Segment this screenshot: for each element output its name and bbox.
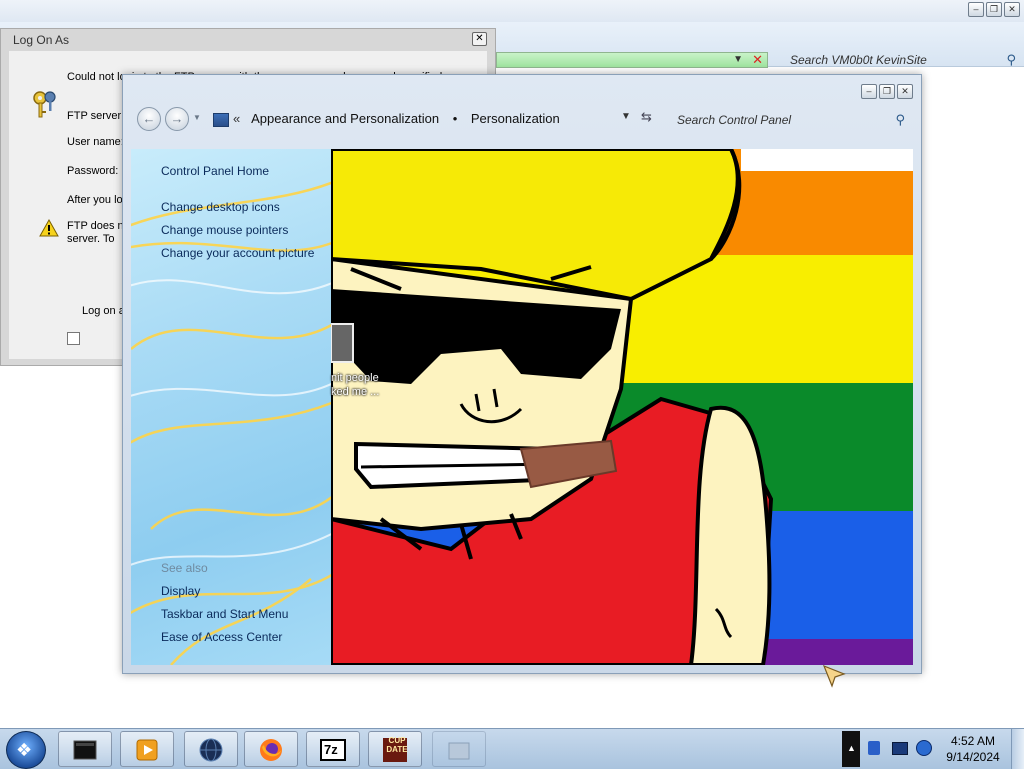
- wallpaper-drawing: [331, 149, 913, 665]
- clock[interactable]: 4:52 AM 9/14/2024: [930, 733, 1016, 765]
- personalization-window: – ❐ ✕ ← → ▼ « Appearance and Personaliza…: [122, 74, 922, 674]
- globe-icon: [199, 738, 223, 762]
- sidebar-link-change-mouse-pointers[interactable]: Change mouse pointers: [161, 223, 288, 237]
- 7zip-label: 7z: [324, 742, 338, 757]
- taskbar-item-terminal[interactable]: [58, 731, 112, 767]
- chevron-up-icon: ▲: [847, 743, 856, 753]
- chevron-down-icon[interactable]: ▼: [733, 53, 743, 67]
- sidebar-link-change-desktop-icons[interactable]: Change desktop icons: [161, 200, 280, 214]
- tray-network-icon[interactable]: [892, 742, 908, 755]
- see-also-header: See also: [161, 561, 208, 575]
- key-icon: [33, 91, 56, 118]
- taskbar-item-media-player[interactable]: [120, 731, 174, 767]
- minimize-button[interactable]: –: [861, 84, 877, 99]
- navigation-bar: ← → ▼ « Appearance and Personalization •…: [131, 103, 915, 145]
- see-also-link-taskbar[interactable]: Taskbar and Start Menu: [161, 607, 288, 621]
- stop-icon[interactable]: ✕: [752, 53, 763, 67]
- warning-icon: [39, 219, 59, 237]
- sidebar: Control Panel Home Change desktop icons …: [131, 149, 331, 665]
- terminal-icon: [73, 740, 97, 760]
- background-search-input[interactable]: Search VM0b0t KevinSite ⚲: [782, 50, 1022, 70]
- cup-date-label: CUP DATE: [386, 736, 408, 754]
- back-button[interactable]: ←: [137, 107, 161, 131]
- show-hidden-icons-button[interactable]: ▲: [842, 731, 860, 767]
- address-progress-field[interactable]: ▼ ✕: [496, 52, 768, 68]
- media-player-icon: [136, 739, 158, 761]
- taskbar-item-browser[interactable]: [184, 731, 238, 767]
- see-also-link-display[interactable]: Display: [161, 584, 200, 598]
- background-window-controls: – ❐ ✕: [968, 2, 1020, 17]
- ftp-server-label: FTP server:: [67, 110, 125, 122]
- sidebar-link-control-panel-home[interactable]: Control Panel Home: [161, 164, 269, 178]
- windows-logo-icon: ❖: [16, 740, 33, 760]
- minimize-button[interactable]: –: [968, 2, 984, 17]
- arm: [688, 405, 772, 665]
- taskbar: ❖ 7z CUP DATE ▲ 4:52 AM 9/14/2024: [0, 728, 1024, 769]
- blank-window-icon: [448, 742, 470, 760]
- search-icon[interactable]: ⚲: [1006, 50, 1016, 70]
- clock-time: 4:52 AM: [950, 734, 996, 748]
- clock-date: 9/14/2024: [946, 750, 1000, 764]
- close-button[interactable]: ✕: [897, 84, 913, 99]
- restore-button[interactable]: ❐: [986, 2, 1002, 17]
- user-name-label: User name:: [67, 136, 124, 148]
- search-placeholder: Search Control Panel: [677, 113, 792, 127]
- log-on-anonymously-checkbox[interactable]: [67, 332, 80, 345]
- tray-security-icon[interactable]: [868, 741, 880, 755]
- sidebar-link-change-account-picture[interactable]: Change your account picture: [161, 246, 314, 260]
- refresh-icon[interactable]: ⇆: [641, 109, 652, 125]
- password-label: Password:: [67, 165, 119, 177]
- breadcrumb-personalization[interactable]: Personalization: [471, 111, 560, 126]
- warning-text-line1: FTP does no: [67, 220, 130, 232]
- mouse-cursor-icon: [822, 664, 846, 688]
- taskbar-item-cup-date[interactable]: CUP DATE: [368, 731, 422, 767]
- window-controls: – ❐ ✕: [861, 84, 913, 99]
- warning-text-line2: server. To: [67, 233, 115, 245]
- recent-pages-icon[interactable]: ▼: [193, 113, 201, 122]
- desktop-icon-label[interactable]: nit people ked me ...: [331, 371, 379, 399]
- checkbox-label: Log on a: [82, 305, 125, 317]
- dialog-title: Log On As: [13, 33, 70, 47]
- search-icon[interactable]: ⚲: [895, 109, 905, 131]
- search-placeholder: Search VM0b0t KevinSite: [790, 53, 927, 67]
- background-title-bar: – ❐ ✕: [0, 0, 1024, 22]
- taskbar-item-firefox[interactable]: [244, 731, 298, 767]
- breadcrumb-separator: •: [452, 111, 458, 126]
- close-button[interactable]: ✕: [1004, 2, 1020, 17]
- after-logon-text: After you lo: [67, 194, 123, 206]
- breadcrumb: « Appearance and Personalization • Perso…: [215, 111, 560, 126]
- firefox-icon: [260, 739, 282, 761]
- wallpaper-artwork: [331, 149, 913, 665]
- desktop-file-icon: [331, 323, 354, 363]
- start-button[interactable]: ❖: [6, 731, 46, 769]
- taskbar-item-window[interactable]: [432, 731, 486, 767]
- breadcrumb-overflow-chevron[interactable]: «: [233, 111, 240, 126]
- show-desktop-button[interactable]: [1011, 729, 1024, 769]
- close-button[interactable]: ✕: [472, 32, 487, 46]
- maximize-button[interactable]: ❐: [879, 84, 895, 99]
- taskbar-item-7zip[interactable]: 7z: [306, 731, 360, 767]
- breadcrumb-appearance[interactable]: Appearance and Personalization: [251, 111, 439, 126]
- see-also-link-ease-of-access[interactable]: Ease of Access Center: [161, 630, 282, 644]
- forward-button[interactable]: →: [165, 107, 189, 131]
- control-panel-search-input[interactable]: Search Control Panel ⚲: [671, 109, 911, 131]
- chevron-down-icon[interactable]: ▼: [621, 111, 631, 122]
